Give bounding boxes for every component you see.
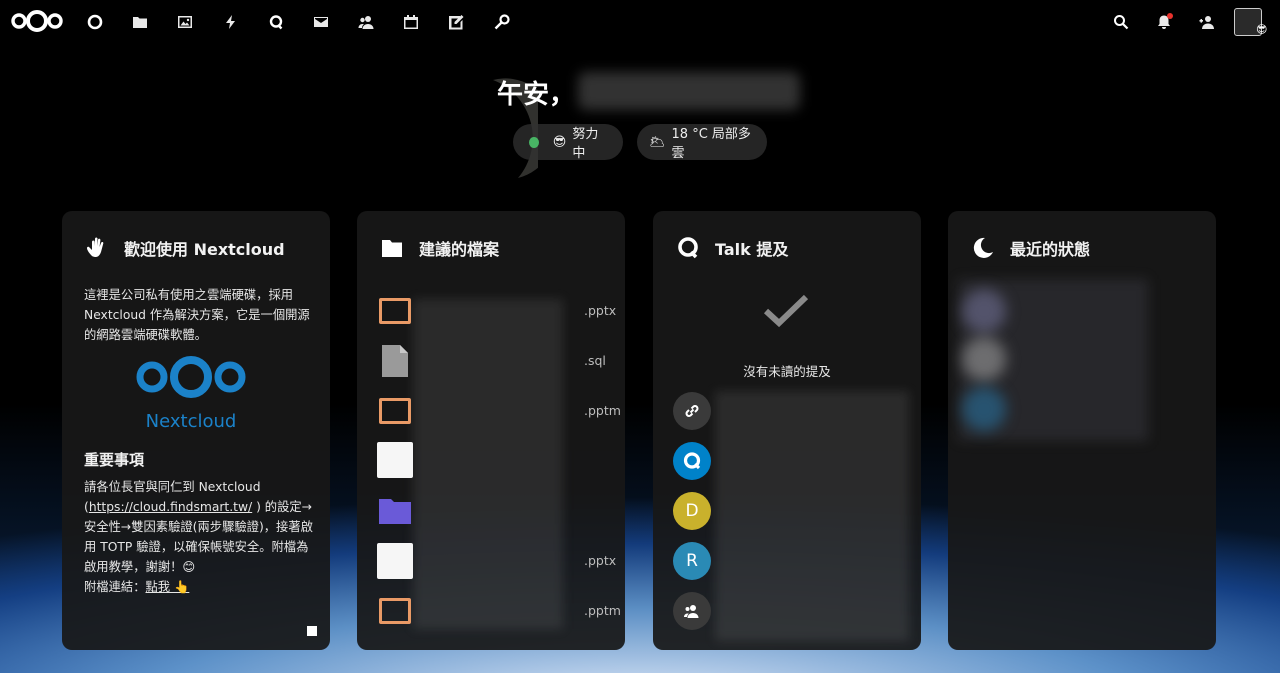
user-status-pill[interactable]: 😎 努力中 — [513, 124, 623, 161]
blurred-avatar — [962, 337, 1006, 381]
notification-dot — [1167, 13, 1173, 19]
important-title: 重要事項 — [84, 451, 145, 469]
user-avatar-d[interactable]: D — [673, 492, 711, 530]
username-blurred — [578, 72, 800, 110]
welcome-panel: 歡迎使用 Nextcloud 這裡是公司私有使用之雲端硬碟，採用 Nextclo… — [62, 211, 330, 650]
calendar-icon[interactable] — [400, 11, 422, 33]
presentation-file-icon — [377, 393, 413, 429]
panel-title: 歡迎使用 Nextcloud — [84, 235, 285, 261]
file-extension: .sql — [584, 353, 606, 368]
greeting-title: 午安， — [497, 79, 576, 110]
link-conversation-avatar[interactable] — [673, 392, 711, 430]
panel-title: 最近的狀態 — [970, 235, 1090, 261]
file-extension: .pptx — [584, 553, 617, 568]
presentation-file-icon — [377, 293, 413, 329]
file-item[interactable]: .pptm — [377, 393, 621, 433]
file-extension: .pptm — [584, 603, 621, 618]
welcome-intro: 這裡是公司私有使用之雲端硬碟，採用 Nextcloud 作為解決方案，它是一個開… — [84, 288, 310, 342]
nextcloud-logo-large — [136, 356, 246, 398]
user-status-emoji: 😎 — [1256, 23, 1268, 36]
attach-prefix: 附檔連結： — [84, 580, 146, 594]
checkmark-icon — [763, 294, 809, 328]
file-thumbnail — [377, 543, 413, 579]
cloud-link[interactable]: https://cloud.findsmart.tw/ — [89, 500, 252, 514]
top-bar: 😎 — [0, 0, 1280, 44]
panel-title-text: 建議的檔案 — [419, 240, 500, 259]
stop-square-icon — [307, 626, 317, 636]
important-notice: 請各位長官與同仁到 Nextcloud (https://cloud.finds… — [84, 477, 316, 597]
file-thumbnail — [377, 442, 413, 478]
nextcloud-logo[interactable] — [10, 8, 64, 34]
weather-pill[interactable]: 🌥 18 °C 局部多雲 — [637, 124, 767, 161]
file-item[interactable]: .sql — [377, 343, 607, 383]
empty-mentions-text: 沒有未讀的提及 — [743, 364, 831, 379]
talk-mentions-panel: Talk 提及 沒有未讀的提及 D R — [653, 211, 921, 650]
file-extension: .pptx — [584, 303, 617, 318]
notes-icon[interactable] — [445, 11, 467, 33]
search-icon[interactable] — [1110, 11, 1132, 33]
dashboard-icon[interactable] — [84, 11, 106, 33]
group-conversation-avatar[interactable] — [673, 592, 711, 630]
presentation-file-icon — [377, 593, 413, 629]
recent-status-panel: 最近的狀態 — [948, 211, 1216, 650]
file-item[interactable]: .pptx — [377, 543, 616, 583]
folder-file-icon — [377, 493, 413, 529]
mail-icon[interactable] — [310, 11, 332, 33]
online-status-dot — [529, 136, 539, 148]
user-avatar-r[interactable]: R — [673, 542, 711, 580]
photos-icon[interactable] — [174, 11, 196, 33]
bell-icon[interactable] — [1153, 11, 1175, 33]
attachment-link[interactable]: 點我 👆 — [146, 580, 190, 594]
file-item[interactable]: .pptm — [377, 593, 621, 633]
generic-file-icon — [377, 343, 413, 379]
talk-conversation-avatar[interactable] — [673, 442, 711, 480]
contacts-icon[interactable] — [355, 11, 377, 33]
panel-title-text: 歡迎使用 Nextcloud — [124, 240, 285, 259]
suggested-files-panel: 建議的檔案 .pptx .sql .pptm .pptx .pptm — [357, 211, 625, 650]
file-item[interactable] — [377, 442, 607, 482]
link-icon — [685, 405, 699, 417]
wave-hand-icon — [84, 235, 110, 261]
file-item[interactable]: .pptx — [377, 293, 616, 333]
blurred-avatar — [962, 289, 1006, 333]
talk-icon — [683, 452, 701, 470]
talk-icon[interactable] — [265, 11, 287, 33]
weather-icon: 🌥 — [649, 134, 666, 150]
conversations-blurred — [715, 391, 909, 641]
file-extension: .pptm — [584, 403, 621, 418]
blurred-avatar — [962, 387, 1006, 431]
status-emoji: 😎 — [552, 134, 567, 150]
moon-icon — [970, 235, 996, 261]
contacts-menu-icon[interactable] — [1196, 11, 1218, 33]
file-item[interactable] — [377, 493, 607, 533]
panel-title-text: Talk 提及 — [715, 240, 789, 259]
files-icon[interactable] — [129, 11, 151, 33]
group-icon — [684, 605, 699, 618]
weather-label: 18 °C 局部多雲 — [671, 127, 751, 161]
panel-title: 建議的檔案 — [379, 235, 499, 261]
activity-icon[interactable] — [220, 11, 242, 33]
status-label: 努力中 — [572, 127, 599, 161]
passwords-icon[interactable] — [491, 11, 513, 33]
panel-title: Talk 提及 — [675, 235, 788, 261]
panel-title-text: 最近的狀態 — [1010, 240, 1091, 259]
talk-icon — [675, 235, 701, 261]
nextcloud-wordmark: Nextcloud — [145, 411, 237, 432]
folder-icon — [379, 235, 405, 261]
